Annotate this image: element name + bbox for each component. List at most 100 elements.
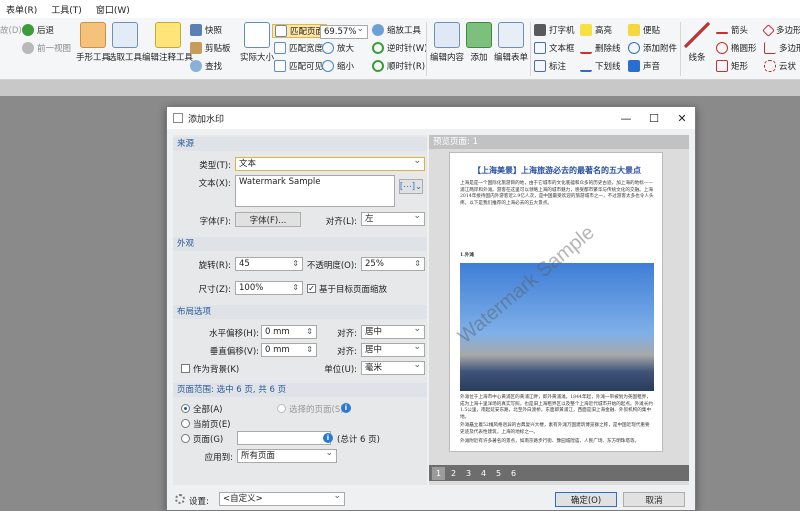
menu-tools[interactable]: 工具(T) xyxy=(51,3,82,16)
add-button[interactable]: 添加 xyxy=(466,22,492,63)
cancel-button[interactable]: 取消 xyxy=(623,492,685,507)
minimize-button[interactable]: — xyxy=(619,111,633,125)
rotation-input[interactable]: 45 xyxy=(235,257,303,271)
strikeout-button[interactable]: 删除线 xyxy=(580,42,621,54)
sound-button[interactable]: 声音 xyxy=(628,60,660,72)
zoom-combo[interactable]: 69.57% xyxy=(320,25,368,39)
line-button[interactable]: 线条 xyxy=(684,22,710,63)
apply-to-select[interactable]: 所有页面 xyxy=(237,449,337,463)
highlight-button[interactable]: 高亮 xyxy=(580,24,612,36)
zoom-tool-button[interactable]: 缩放工具 xyxy=(372,24,421,36)
rotate-cw-button[interactable]: 顺时针(R) xyxy=(372,60,425,72)
unit-select[interactable]: 毫米 xyxy=(361,361,425,375)
as-background-checkbox[interactable] xyxy=(181,364,190,373)
polygon-button[interactable]: 多边形 xyxy=(762,23,800,37)
dialog-app-icon xyxy=(173,113,183,123)
type-select[interactable]: 文本 xyxy=(235,157,425,171)
snapshot-button[interactable]: 快照 xyxy=(190,24,222,36)
fit-page-button[interactable]: 匹配页面 xyxy=(272,24,328,38)
range-all-radio[interactable] xyxy=(181,404,190,413)
document-paragraph: 外滩位于上海市中心黄浦区的黄浦江畔，即外黄浦滩。1844年起，外滩一带被划为英国… xyxy=(460,395,653,420)
maximize-button[interactable]: ☐ xyxy=(647,111,661,125)
info-icon[interactable]: i xyxy=(323,433,333,443)
page-3-tab[interactable]: 3 xyxy=(462,467,475,480)
menu-bar: 表单(R) 工具(T) 窗口(W) xyxy=(0,0,800,18)
prev-view-button[interactable]: 前一视图 xyxy=(22,42,71,54)
page-5-tab[interactable]: 5 xyxy=(492,467,505,480)
select-tool-button[interactable]: 选取工具 xyxy=(108,22,142,63)
attach-file-button[interactable]: 添加附件 xyxy=(628,42,677,54)
hand-icon xyxy=(80,22,106,48)
back-button[interactable]: 后退 xyxy=(22,24,54,36)
strikeout-icon xyxy=(580,42,592,54)
edit-form-button[interactable]: 编辑表单 xyxy=(494,22,528,63)
dialog-titlebar: 添加水印 — ☐ ✕ xyxy=(167,107,695,129)
callout-button[interactable]: 标注 xyxy=(534,60,566,72)
text-insert-button[interactable]: [⋯]⌄ xyxy=(399,179,423,194)
cloud-button[interactable]: 云状 xyxy=(764,60,796,72)
select-text-icon xyxy=(112,22,138,48)
find-button[interactable]: 查找 xyxy=(190,60,222,72)
zoom-out-button[interactable]: 缩小 xyxy=(322,60,354,72)
prev-view-icon xyxy=(22,42,34,54)
clipboard-button[interactable]: 剪贴板 xyxy=(190,42,231,54)
zoom-in-button[interactable]: 放大 xyxy=(322,42,354,54)
oval-icon xyxy=(716,42,728,54)
text-align-select[interactable]: 左 xyxy=(361,212,425,226)
close-button[interactable]: ✕ xyxy=(675,111,689,125)
horizontal-align-label: 对齐: xyxy=(337,329,357,339)
vertical-offset-input[interactable]: 0 mm xyxy=(261,343,317,357)
info-icon[interactable]: i xyxy=(341,403,351,413)
horizontal-align-select[interactable]: 居中 xyxy=(361,325,425,339)
fit-visible-button[interactable]: 匹配可见 xyxy=(274,60,323,72)
horizontal-offset-input[interactable]: 0 mm xyxy=(261,325,317,339)
range-selected-radio[interactable] xyxy=(277,404,286,413)
oval-button[interactable]: 椭圆形 xyxy=(716,42,757,54)
rectangle-button[interactable]: 矩形 xyxy=(716,60,748,72)
scale-to-page-checkbox[interactable]: ✓ xyxy=(307,284,316,293)
document-paragraph: 外滩附近有许多著名的景点，如南京路步行街、豫园城隍庙、人民广场、东方明珠塔等。 xyxy=(460,439,640,444)
document-paragraph: 外滩矗立着52幢风格迥异的古典复兴大楼，素有外滩万国建筑博览群之称，是中国近现代… xyxy=(460,423,650,435)
textbox-button[interactable]: 文本框 xyxy=(534,42,575,54)
type-label: 类型(T): xyxy=(199,161,231,171)
text-align-label: 对齐(L): xyxy=(325,217,357,227)
page-4-tab[interactable]: 4 xyxy=(477,467,490,480)
page-range-input[interactable] xyxy=(237,431,331,445)
fit-width-button[interactable]: 匹配宽度 xyxy=(274,42,323,54)
page-6-tab[interactable]: 6 xyxy=(507,467,520,480)
page-1-tab[interactable]: 1 xyxy=(432,466,445,480)
menu-window[interactable]: 窗口(W) xyxy=(96,3,130,16)
ribbon-left-item[interactable]: 故(D) xyxy=(0,24,22,36)
insert-field-icon: [⋯]⌄ xyxy=(399,181,423,192)
rotate-ccw-button[interactable]: 逆时针(W) xyxy=(372,42,428,54)
polyline-button[interactable]: 多边形 xyxy=(764,42,800,54)
rotation-label: 旋转(R): xyxy=(198,261,231,271)
fit-page-icon xyxy=(275,25,287,37)
preview-panel: 预览页面: 1 【上海美景】上海旅游必去的最著名的五大景点 上海是是一个国际化旅… xyxy=(429,135,689,485)
watermark-text-input[interactable]: Watermark Sample xyxy=(235,175,395,207)
layout-section-header: 布局选项 xyxy=(173,305,427,319)
hand-tool-button[interactable]: 手形工具 xyxy=(76,22,110,63)
edit-annotation-button[interactable]: 编辑注释工具 xyxy=(142,22,193,63)
size-input[interactable]: 100% xyxy=(235,281,303,295)
find-icon xyxy=(190,60,202,72)
typewriter-button[interactable]: 打字机 xyxy=(534,24,575,36)
typewriter-icon xyxy=(534,24,546,36)
edit-content-button[interactable]: 编辑内容 xyxy=(430,22,464,63)
settings-select[interactable]: <自定义> xyxy=(219,492,345,506)
rotate-ccw-icon xyxy=(372,42,384,54)
underline-button[interactable]: 下划线 xyxy=(580,60,621,72)
opacity-input[interactable]: 25% xyxy=(361,257,425,271)
polygon-icon xyxy=(762,23,775,37)
vertical-align-select[interactable]: 居中 xyxy=(361,343,425,357)
range-current-radio[interactable] xyxy=(181,419,190,428)
font-button[interactable]: 字体(F)... xyxy=(235,212,301,227)
arrow-button[interactable]: 箭头 xyxy=(716,24,748,36)
range-pages-radio[interactable] xyxy=(181,434,190,443)
source-section-header: 来源 xyxy=(173,137,427,151)
ok-button[interactable]: 确定(O) xyxy=(555,492,617,507)
note-button[interactable]: 便贴 xyxy=(628,24,660,36)
menu-form[interactable]: 表单(R) xyxy=(6,3,37,16)
actual-size-button[interactable]: 实际大小 xyxy=(240,22,274,63)
page-2-tab[interactable]: 2 xyxy=(447,467,460,480)
